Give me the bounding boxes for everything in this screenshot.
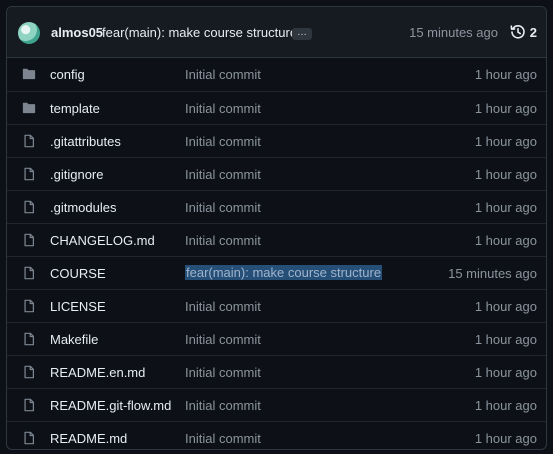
file-name-link[interactable]: LICENSE: [50, 299, 106, 314]
file-commit-message[interactable]: Initial commit: [185, 299, 261, 314]
file-name-link[interactable]: config: [50, 67, 85, 82]
file-row[interactable]: README.git-flow.md Initial commit 1 hour a…: [7, 388, 546, 421]
file-commit-message[interactable]: Initial commit: [185, 200, 261, 215]
file-name-link[interactable]: README.git-flow.md: [50, 398, 171, 413]
file-commit-message[interactable]: Initial commit: [185, 67, 261, 82]
file-row[interactable]: .gitattributes Initial commit 1 hour ago: [7, 124, 546, 157]
file-name-link[interactable]: .gitmodules: [50, 200, 116, 215]
file-icon: [22, 167, 36, 181]
file-commit-time: 1 hour ago: [474, 101, 537, 116]
file-commit-time: 1 hour ago: [474, 365, 537, 380]
file-row[interactable]: config Initial commit 1 hour ago: [7, 58, 546, 91]
file-commit-message[interactable]: fear(main): make course structure: [185, 265, 383, 280]
file-icon: [22, 431, 36, 445]
latest-commit-bar: almos05 fear(main): make course structur…: [7, 7, 546, 58]
file-commit-time: 1 hour ago: [474, 398, 537, 413]
file-row[interactable]: .gitmodules Initial commit 1 hour ago: [7, 190, 546, 223]
file-commit-time: 15 minutes ago: [448, 266, 537, 281]
avatar[interactable]: [18, 22, 40, 44]
file-commit-message[interactable]: Initial commit: [185, 365, 261, 380]
file-name-link[interactable]: Makefile: [50, 332, 98, 347]
file-list: config Initial commit 1 hour ago template In…: [7, 58, 546, 449]
file-commit-time: 1 hour ago: [474, 431, 537, 446]
file-commit-time: 1 hour ago: [474, 299, 537, 314]
latest-commit-message[interactable]: fear(main): make course structure: [102, 25, 297, 40]
file-icon: [22, 398, 36, 412]
history-icon: [510, 25, 525, 39]
commit-history-button[interactable]: 2: [510, 24, 537, 40]
file-commit-message[interactable]: Initial commit: [185, 134, 261, 149]
expand-commit-button[interactable]: …: [292, 28, 312, 40]
file-commit-time: 1 hour ago: [474, 233, 537, 248]
file-browser: almos05 fear(main): make course structur…: [6, 6, 547, 450]
file-icon: [22, 266, 36, 280]
file-commit-message[interactable]: Initial commit: [185, 431, 261, 446]
file-commit-time: 1 hour ago: [474, 67, 537, 82]
file-commit-message[interactable]: Initial commit: [185, 101, 261, 116]
file-row[interactable]: README.en.md Initial commit 1 hour ago: [7, 355, 546, 388]
file-row[interactable]: template Initial commit 1 hour ago: [7, 91, 546, 124]
file-commit-time: 1 hour ago: [474, 200, 537, 215]
file-commit-time: 1 hour ago: [474, 332, 537, 347]
file-name-link[interactable]: README.en.md: [50, 365, 145, 380]
file-icon: [22, 200, 36, 214]
file-row[interactable]: COURSE fear(main): make course structure 1…: [7, 256, 546, 289]
file-row[interactable]: Makefile Initial commit 1 hour ago: [7, 322, 546, 355]
folder-icon: [22, 67, 36, 81]
file-commit-message[interactable]: Initial commit: [185, 233, 261, 248]
file-row[interactable]: LICENSE Initial commit 1 hour ago: [7, 289, 546, 322]
file-name-link[interactable]: README.md: [50, 431, 127, 446]
file-commit-time: 1 hour ago: [474, 167, 537, 182]
commit-author[interactable]: almos05: [51, 25, 103, 40]
file-name-link[interactable]: .gitattributes: [50, 134, 121, 149]
file-icon: [22, 365, 36, 379]
file-icon: [22, 233, 36, 247]
file-name-link[interactable]: CHANGELOG.md: [50, 233, 155, 248]
folder-icon: [22, 101, 36, 115]
file-icon: [22, 332, 36, 346]
file-name-link[interactable]: COURSE: [50, 266, 106, 281]
file-name-link[interactable]: .gitignore: [50, 167, 103, 182]
file-row[interactable]: CHANGELOG.md Initial commit 1 hour ago: [7, 223, 546, 256]
file-commit-message[interactable]: Initial commit: [185, 332, 261, 347]
commit-count: 2: [529, 24, 537, 40]
file-name-link[interactable]: template: [50, 101, 100, 116]
file-commit-message[interactable]: Initial commit: [185, 398, 261, 413]
file-commit-time: 1 hour ago: [474, 134, 537, 149]
latest-commit-time: 15 minutes ago: [409, 25, 498, 40]
file-row[interactable]: README.md Initial commit 1 hour ago: [7, 421, 546, 449]
file-commit-message[interactable]: Initial commit: [185, 167, 261, 182]
file-row[interactable]: .gitignore Initial commit 1 hour ago: [7, 157, 546, 190]
file-icon: [22, 299, 36, 313]
file-icon: [22, 134, 36, 148]
